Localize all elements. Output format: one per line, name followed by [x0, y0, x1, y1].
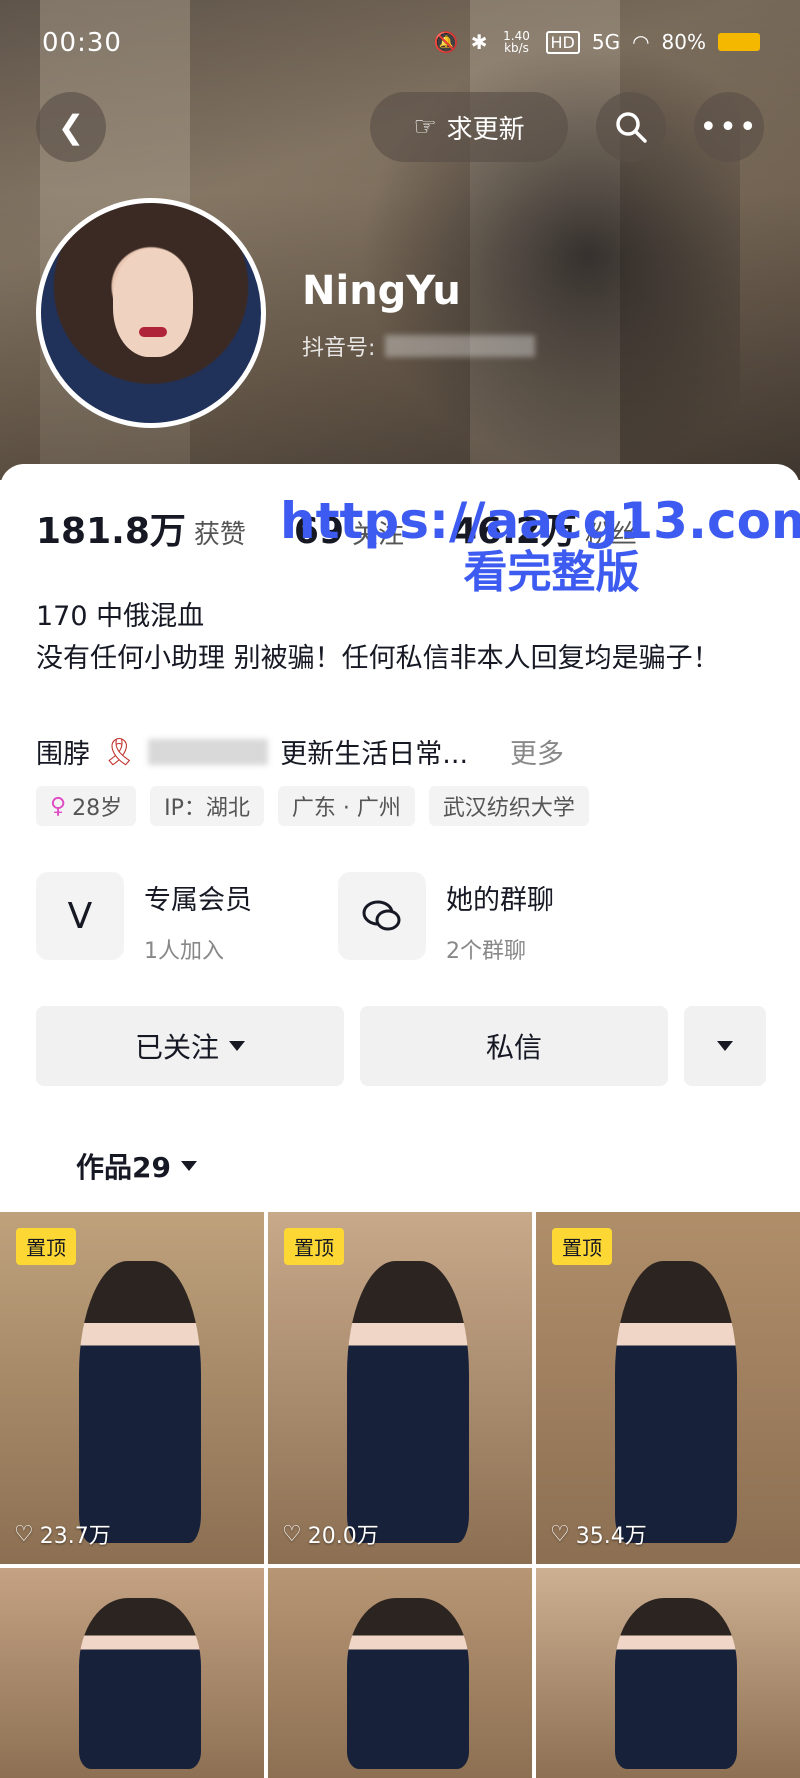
video-likes: ♡ 35.4万 — [550, 1518, 647, 1550]
video-thumbnail[interactable] — [536, 1568, 800, 1778]
followed-label: 已关注 — [134, 1031, 219, 1064]
heart-icon: ♡ — [282, 1521, 302, 1547]
profile-tags: ♀ 28岁 IP：湖北 广东 · 广州 武汉纺织大学 — [36, 786, 589, 826]
chevron-left-icon: ❮ — [57, 108, 85, 146]
video-thumbnail[interactable] — [268, 1568, 532, 1778]
more-options-button[interactable]: ••• — [694, 92, 764, 162]
watermark: https://aacg13.com 看完整版 — [280, 494, 800, 597]
video-thumbnail[interactable]: 置顶 ♡ 35.4万 — [536, 1212, 800, 1564]
watermark-url: https://aacg13.com — [280, 492, 800, 550]
battery-percent: 80% — [661, 30, 706, 54]
tag-ip: IP：湖北 — [150, 786, 264, 826]
battery-icon — [718, 33, 760, 51]
search-icon — [616, 112, 647, 143]
bio-line: 170 中俄混血 — [36, 601, 205, 632]
message-label: 私信 — [485, 1031, 542, 1064]
video-figure — [615, 1261, 737, 1543]
tag-location[interactable]: 广东 · 广州 — [277, 786, 415, 826]
video-figure — [347, 1261, 469, 1543]
video-likes-count: 20.0万 — [307, 1524, 379, 1549]
status-time: 00:30 — [42, 28, 122, 58]
pinned-badge: 置顶 — [16, 1228, 76, 1265]
bio: 170 中俄混血 没有任何小助理 别被骗！任何私信非本人回复均是骗子！ — [36, 596, 776, 680]
works-tab-label: 作品29 — [76, 1151, 171, 1184]
message-button[interactable]: 私信 — [360, 1006, 668, 1086]
avatar-lips — [139, 327, 167, 337]
female-icon: ♀ — [50, 793, 67, 819]
group-chat-subtitle: 2个群聊 — [446, 939, 526, 964]
search-button[interactable] — [596, 92, 666, 162]
nickname: NingYu — [302, 268, 461, 314]
douyin-id[interactable]: 抖音号: — [302, 330, 536, 362]
network-speed: 1.40 kb/s — [503, 29, 530, 55]
group-chat-title: 她的群聊 — [446, 885, 554, 916]
video-figure — [79, 1597, 201, 1770]
video-likes-count: 35.4万 — [575, 1524, 647, 1549]
douyin-id-blurred — [385, 335, 536, 357]
wifi-icon: ◠ — [632, 30, 650, 54]
heart-icon: ♡ — [14, 1521, 34, 1547]
bio-weibo-label: 围脖 — [36, 739, 90, 770]
pointing-hand-icon: ☞ — [413, 112, 437, 142]
tag-age: ♀ 28岁 — [36, 786, 137, 826]
video-thumbnail[interactable] — [0, 1568, 264, 1778]
video-grid: 置顶 ♡ 23.7万 置顶 ♡ 20.0万 置顶 ♡ 35.4万 — [0, 1212, 800, 1778]
works-tab[interactable]: 作品29 — [76, 1146, 197, 1186]
avatar[interactable] — [36, 198, 266, 428]
chat-bubbles-icon — [338, 872, 426, 960]
status-bar: 00:30 🔕 ✱ 1.40 kb/s HD 5G ◠ 80% — [0, 0, 800, 90]
weibo-id-blurred — [148, 738, 269, 765]
douyin-id-label: 抖音号: — [302, 336, 376, 361]
bio-more-link[interactable]: 更多 — [510, 732, 564, 771]
status-icons: 🔕 ✱ 1.40 kb/s HD 5G ◠ 80% — [434, 30, 760, 54]
pinned-badge: 置顶 — [552, 1228, 612, 1265]
bluetooth-icon: ✱ — [470, 30, 488, 54]
network-type: 5G — [591, 30, 621, 54]
exclusive-member-entry[interactable]: V 专属会员 1人加入 — [36, 872, 252, 965]
member-subtitle: 1人加入 — [144, 939, 224, 964]
request-update-button[interactable]: ☞ 求更新 — [370, 92, 568, 162]
back-button[interactable]: ❮ — [36, 92, 106, 162]
video-likes: ♡ 23.7万 — [14, 1518, 111, 1550]
recommend-dropdown-button[interactable] — [684, 1006, 766, 1086]
member-v-icon: V — [36, 872, 124, 960]
video-figure — [615, 1597, 737, 1770]
caret-down-icon — [180, 1161, 197, 1171]
video-figure — [347, 1597, 469, 1770]
likes-count[interactable]: 181.8万 — [36, 502, 186, 554]
tag-age-label: 28岁 — [72, 796, 123, 821]
ribbon-icon: 🎗 — [102, 736, 137, 768]
member-title: 专属会员 — [144, 885, 252, 916]
video-likes-count: 23.7万 — [39, 1524, 111, 1549]
hd-badge: HD — [545, 30, 580, 54]
video-likes: ♡ 20.0万 — [282, 1518, 379, 1550]
caret-down-icon — [229, 1041, 245, 1051]
likes-label: 获赞 — [193, 520, 246, 550]
request-update-label: 求更新 — [446, 114, 525, 145]
bio-weibo-line: 围脖 🎗 更新生活日常... 更多 — [36, 732, 564, 771]
video-figure — [79, 1261, 201, 1543]
avatar-face — [113, 249, 193, 357]
video-thumbnail[interactable]: 置顶 ♡ 23.7万 — [0, 1212, 264, 1564]
video-thumbnail[interactable]: 置顶 ♡ 20.0万 — [268, 1212, 532, 1564]
bio-weibo-suffix: 更新生活日常... — [280, 739, 469, 770]
tag-school[interactable]: 武汉纺织大学 — [428, 786, 589, 826]
caret-down-icon — [717, 1041, 733, 1051]
bio-line: 没有任何小助理 别被骗！任何私信非本人回复均是骗子！ — [36, 643, 720, 674]
mute-icon: 🔕 — [433, 30, 459, 54]
more-dots-icon: ••• — [699, 109, 759, 145]
group-chat-entry[interactable]: 她的群聊 2个群聊 — [338, 872, 554, 965]
pinned-badge: 置顶 — [284, 1228, 344, 1265]
heart-icon: ♡ — [550, 1521, 570, 1547]
followed-button[interactable]: 已关注 — [36, 1006, 344, 1086]
watermark-subtitle: 看完整版 — [463, 547, 640, 598]
